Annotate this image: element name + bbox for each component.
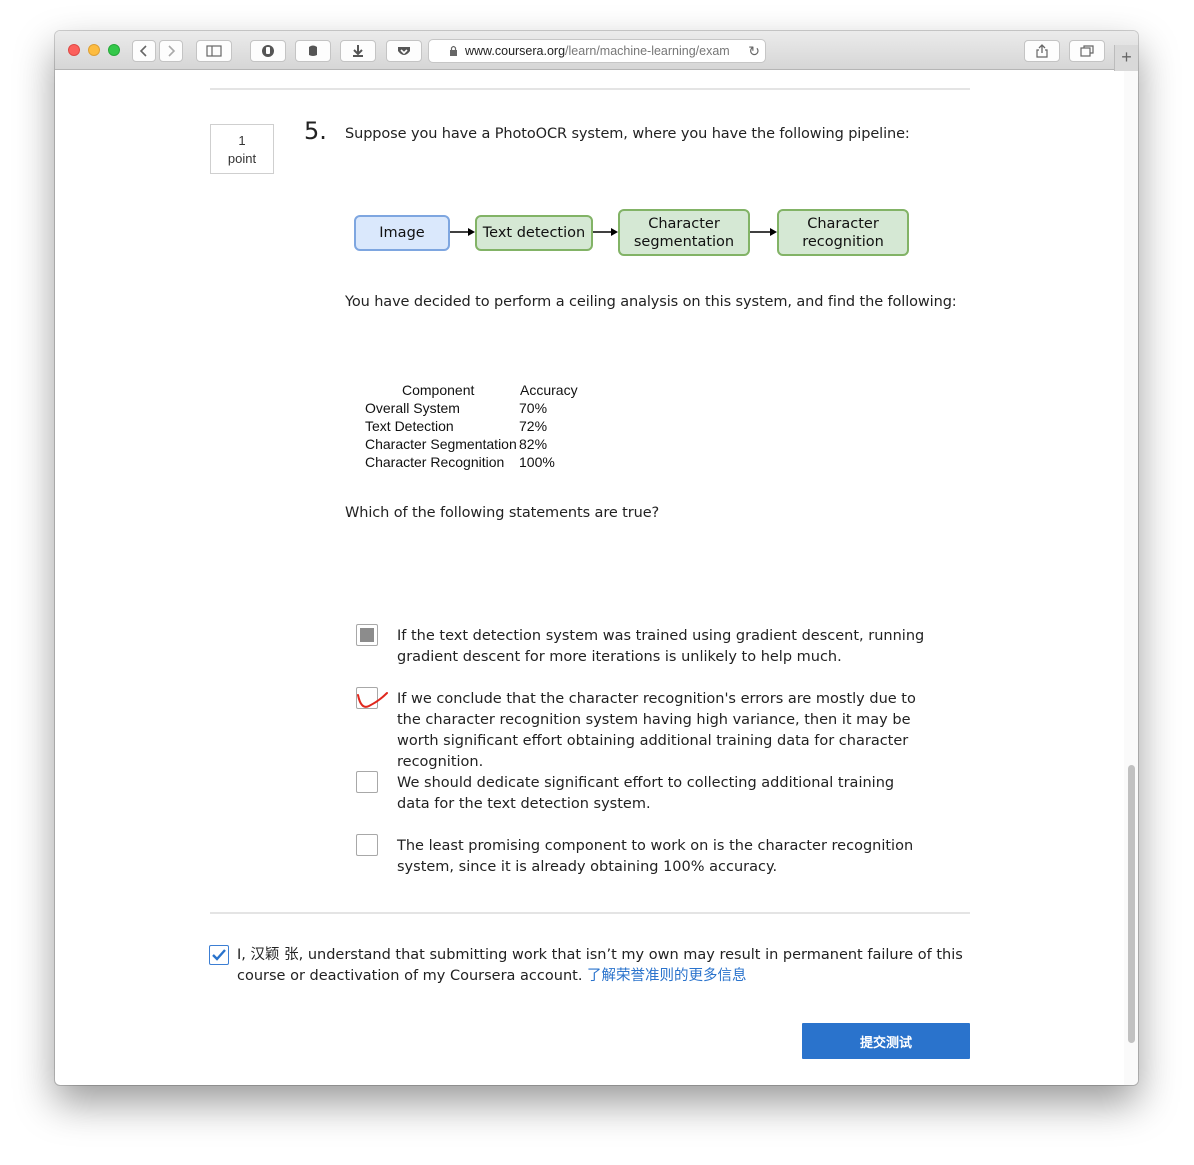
points-badge: 1 point bbox=[210, 124, 274, 174]
top-divider bbox=[210, 88, 970, 90]
browser-window: www.coursera.org/learn/machine-learning/… bbox=[55, 31, 1138, 1085]
option-text-4[interactable]: The least promising component to work on… bbox=[397, 836, 927, 878]
table-header-accuracy: Accuracy bbox=[520, 382, 578, 398]
extension-button-1[interactable] bbox=[250, 40, 286, 62]
url-host: www.coursera.org bbox=[465, 44, 566, 58]
question-number: 5. bbox=[304, 117, 327, 145]
table-cell-accuracy: 70% bbox=[519, 400, 548, 416]
pipeline-char-seg-line2: segmentation bbox=[633, 233, 735, 250]
question-intro: Suppose you have a PhotoOCR system, wher… bbox=[345, 126, 910, 142]
table-cell-accuracy: 82% bbox=[519, 436, 548, 452]
chevron-left-icon bbox=[139, 45, 147, 57]
option-checkbox-3[interactable] bbox=[356, 771, 378, 793]
partial-fill-icon bbox=[360, 628, 374, 642]
pipeline-text-detection-box: Text detection bbox=[475, 215, 593, 251]
honor-code-statement: I, 汉颖 张, understand that submitting work… bbox=[237, 945, 967, 987]
pipeline-arrow-1 bbox=[450, 228, 475, 236]
pipeline-char-seg-line1: Character bbox=[648, 215, 720, 232]
reload-icon[interactable]: ↻ bbox=[748, 43, 760, 60]
share-icon bbox=[1036, 44, 1048, 58]
pipeline-image-box: Image bbox=[354, 215, 450, 251]
share-button[interactable] bbox=[1024, 40, 1060, 62]
url-text: www.coursera.org/learn/machine-learning/… bbox=[465, 44, 730, 58]
submit-quiz-button[interactable]: 提交测试 bbox=[802, 1023, 970, 1059]
table-cell-component: Text Detection bbox=[365, 418, 454, 434]
zoom-window-button[interactable] bbox=[108, 44, 120, 56]
extension-button-2[interactable] bbox=[295, 40, 331, 62]
option-text-1[interactable]: If the text detection system was trained… bbox=[397, 626, 927, 668]
scrollbar-thumb[interactable] bbox=[1128, 765, 1135, 1043]
url-path: /learn/machine-learning/exam bbox=[565, 44, 730, 58]
checkmark-icon bbox=[212, 949, 226, 961]
pipeline-arrow-2 bbox=[593, 228, 618, 236]
hand-stop-icon bbox=[262, 45, 274, 57]
option-checkbox-1[interactable] bbox=[356, 624, 378, 646]
pocket-icon bbox=[398, 46, 410, 55]
points-label: point bbox=[227, 151, 257, 166]
option-text-3[interactable]: We should dedicate significant effort to… bbox=[397, 773, 927, 815]
pipeline-char-rec-line2: recognition bbox=[802, 233, 884, 250]
tabs-overview-button[interactable] bbox=[1069, 40, 1105, 62]
pipeline-char-rec-box: Character recognition bbox=[777, 209, 909, 256]
tabs-icon bbox=[1080, 45, 1094, 57]
table-cell-component: Overall System bbox=[365, 400, 460, 416]
evernote-icon bbox=[309, 45, 317, 56]
lock-icon bbox=[450, 45, 457, 56]
sidebar-button[interactable] bbox=[196, 40, 232, 62]
back-button[interactable] bbox=[132, 40, 156, 62]
sidebar-icon bbox=[206, 45, 222, 57]
pipeline-image-label: Image bbox=[379, 225, 425, 241]
option-text-2[interactable]: If we conclude that the character recogn… bbox=[397, 689, 927, 773]
scrollbar[interactable] bbox=[1124, 71, 1138, 1085]
pipeline-text-detection-label: Text detection bbox=[482, 225, 586, 241]
honor-code-link[interactable]: 了解荣誉准则的更多信息 bbox=[587, 968, 747, 984]
table-cell-accuracy: 100% bbox=[519, 454, 555, 470]
question-prompt: Which of the following statements are tr… bbox=[345, 505, 660, 521]
pipeline-arrow-3 bbox=[750, 228, 777, 236]
browser-toolbar: www.coursera.org/learn/machine-learning/… bbox=[55, 31, 1138, 71]
red-check-mark-icon bbox=[357, 692, 388, 708]
close-window-button[interactable] bbox=[68, 44, 80, 56]
honor-code-checkbox[interactable] bbox=[209, 945, 229, 965]
address-bar[interactable]: www.coursera.org/learn/machine-learning/… bbox=[428, 39, 766, 63]
table-cell-accuracy: 72% bbox=[519, 418, 548, 434]
minimize-window-button[interactable] bbox=[88, 44, 100, 56]
option-checkbox-4[interactable] bbox=[356, 834, 378, 856]
bottom-divider bbox=[210, 912, 970, 914]
pipeline-char-seg-box: Character segmentation bbox=[618, 209, 750, 256]
table-cell-component: Character Recognition bbox=[365, 454, 505, 470]
table-cell-component: Character Segmentation bbox=[365, 436, 517, 452]
forward-button[interactable] bbox=[159, 40, 183, 62]
pipeline-char-rec-line1: Character bbox=[807, 215, 879, 232]
pocket-button[interactable] bbox=[386, 40, 422, 62]
points-value: 1 bbox=[238, 133, 246, 148]
analysis-text: You have decided to perform a ceiling an… bbox=[345, 294, 957, 310]
download-button[interactable] bbox=[340, 40, 376, 62]
table-header-component: Component bbox=[402, 382, 475, 398]
chevron-right-icon bbox=[168, 45, 176, 57]
new-tab-button[interactable]: + bbox=[1114, 45, 1138, 71]
download-icon bbox=[353, 45, 363, 57]
